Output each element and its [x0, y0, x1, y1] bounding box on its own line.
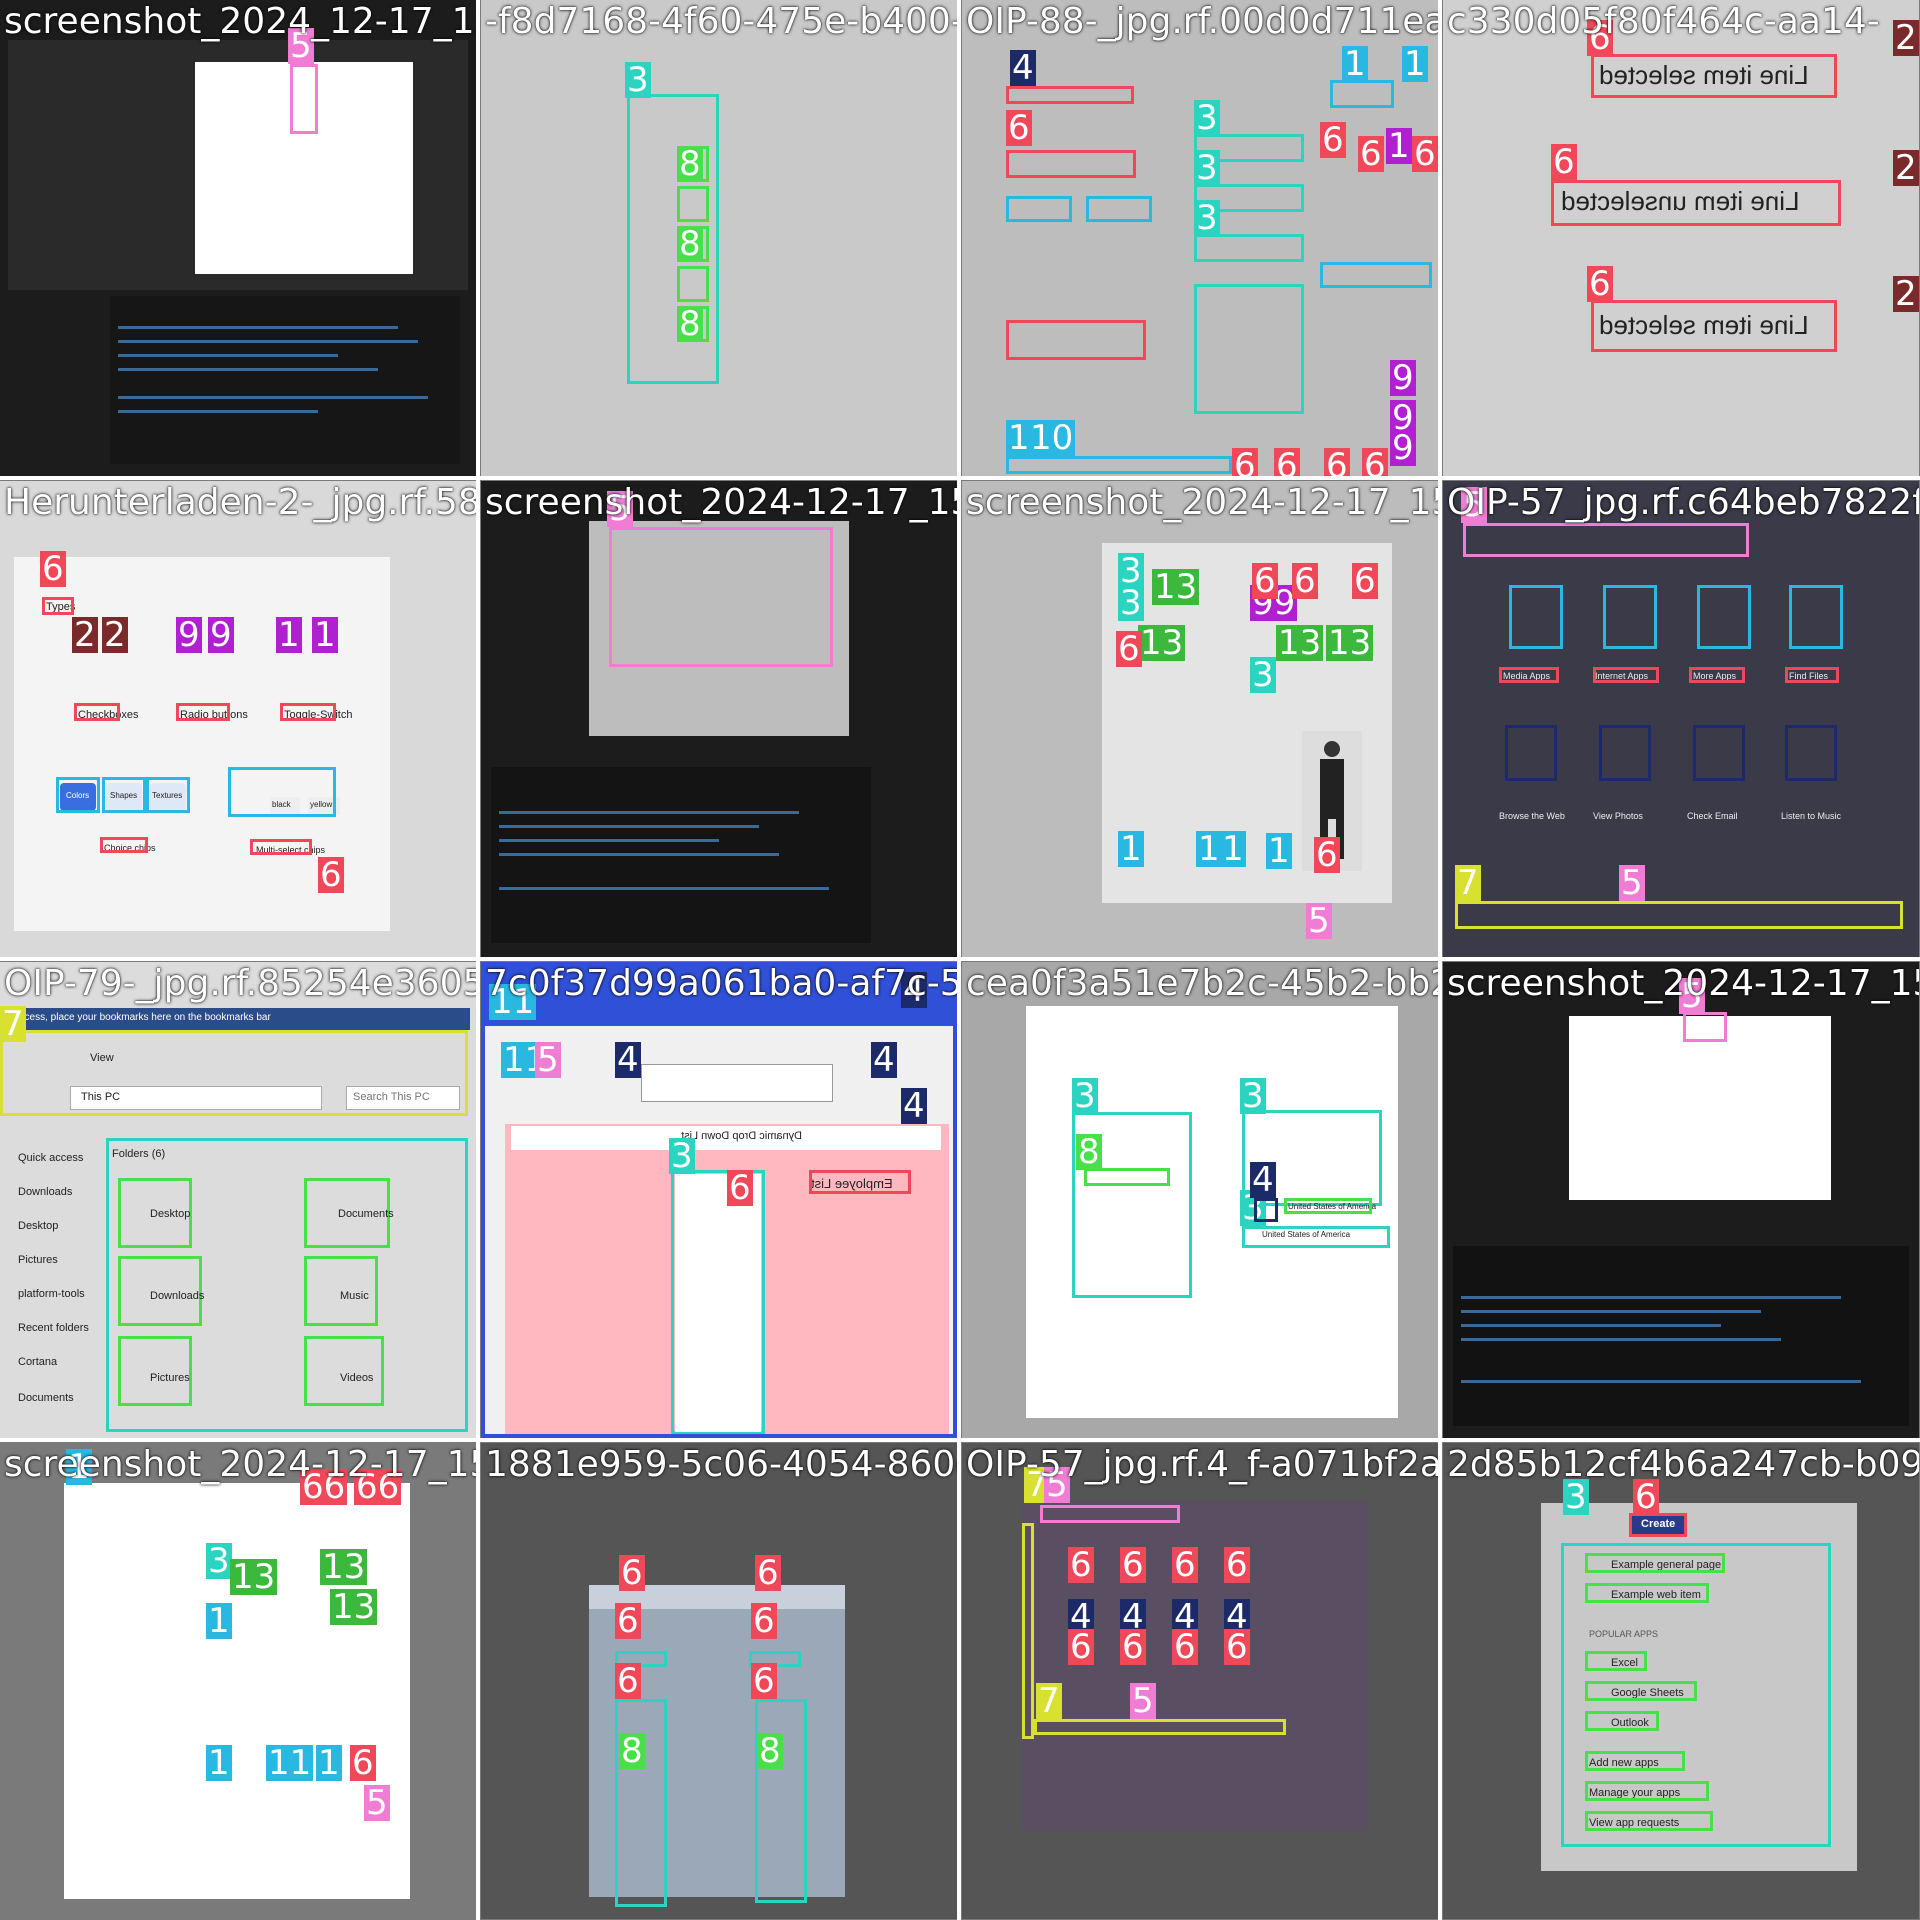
- tile-title: cea0f3a51e7b2c-45b2-bb2a-d9c6599: [966, 963, 1438, 1004]
- tile-title: OIP-57_jpg.rf.4_f-a071bf2a2: [966, 1444, 1438, 1485]
- tile-15: 7 5 6 6 6 6 4 4 4 4 6 6 6 6 7 5 OIP-57_j…: [962, 1443, 1438, 1919]
- tile-12: 5 screenshot_2024-12-17_15-: [1443, 962, 1919, 1438]
- tile-title: c330d05f80f464c-aa14-: [1447, 1, 1880, 42]
- annot-box: [290, 64, 318, 134]
- tile-title: 1881e959-5c06-4054-860c-9c3: [485, 1444, 957, 1485]
- employee-dropdown[interactable]: [675, 1174, 761, 1432]
- tile-14: 6 6 6 6 6 6 8 8 1881e959-5c06-4054-860c-…: [481, 1443, 957, 1919]
- tile-title: OIP-57_jpg.rf.c64beb7822f8: [1447, 482, 1919, 523]
- line-item-selected-2: Line item selected: [1599, 310, 1809, 340]
- line-item-unselected: Line item unselected: [1561, 186, 1800, 216]
- tile-4: Line item selected 6 Line item unselecte…: [1443, 0, 1919, 476]
- tile-title: screenshot_2024_12-17_15-45-51_png.rf.d0…: [4, 1, 476, 42]
- tile-title: OIP-79-_jpg.rf.85254e360511: [4, 963, 476, 1004]
- tile-title: screenshot_2024-12-17_15-38: [4, 1444, 476, 1485]
- code-panel: [110, 296, 460, 464]
- line-item-selected-1: Line item selected: [1599, 60, 1809, 90]
- tile-16: Create 6 3 Example general page Example …: [1443, 1443, 1919, 1919]
- tile-11: 3 8 3 United States of America 3 4 Unite…: [962, 962, 1438, 1438]
- tile-7: 3 3 13 13 99 13 13 6 6 6 6 3 1 1 1 1 6 5…: [962, 481, 1438, 957]
- url-bar[interactable]: [641, 1064, 833, 1102]
- tile-1: 5 screenshot_2024_12-17_15-45-51_png.rf.…: [0, 0, 476, 476]
- tile-title: Herunterladen-2-_jpg.rf.5803f3e5f: [4, 482, 476, 523]
- tile-10: Dynamic Drop Down List Employee List 3 6…: [481, 962, 957, 1438]
- tile-title: screenshot_2024-12-17_15-: [1447, 963, 1919, 1004]
- tile-6: 5 screenshot_2024-12-17_15-47-53_png.rf.: [481, 481, 957, 957]
- tile-title: screenshot_2024-12-17_15-41-57_png: [966, 482, 1438, 523]
- tile-title: screenshot_2024-12-17_15-47-53_png.rf.: [485, 482, 957, 523]
- tile-title: 2d85b12cf4b6a247cb-b09a-1: [1447, 1444, 1919, 1485]
- tile-8: 5 Media Apps Internet Apps More Apps Fin…: [1443, 481, 1919, 957]
- annot-tag: 3: [625, 60, 651, 100]
- tile-9: access, place your bookmarks here on the…: [0, 962, 476, 1438]
- tile-3: 4 6 3 3 3 1 1 6 6 1 6 1 10 6 6 6 6 9 9 9…: [962, 0, 1438, 476]
- tile-title: -f8d7168-4f60-475e-b400-0e4768ed: [485, 1, 957, 42]
- tile-title: 7c0f37d99a061ba0-af7c-56: [485, 963, 957, 1004]
- tile-13: 1 66 66 3 13 13 13 1 1 11 1 6 5 screensh…: [0, 1443, 476, 1919]
- annotation-grid: 5 screenshot_2024_12-17_15-45-51_png.rf.…: [0, 0, 1920, 1920]
- tile-5: Types 6 2 2 Checkboxes 9 9 Radio buttons…: [0, 481, 476, 957]
- tile-title: OIP-88-_jpg.rf.00d0d711eab3e9d05f80f464c…: [966, 1, 1438, 42]
- tile-2: 3 8 8 8 -f8d7168-4f60-475e-b400-0e4768ed: [481, 0, 957, 476]
